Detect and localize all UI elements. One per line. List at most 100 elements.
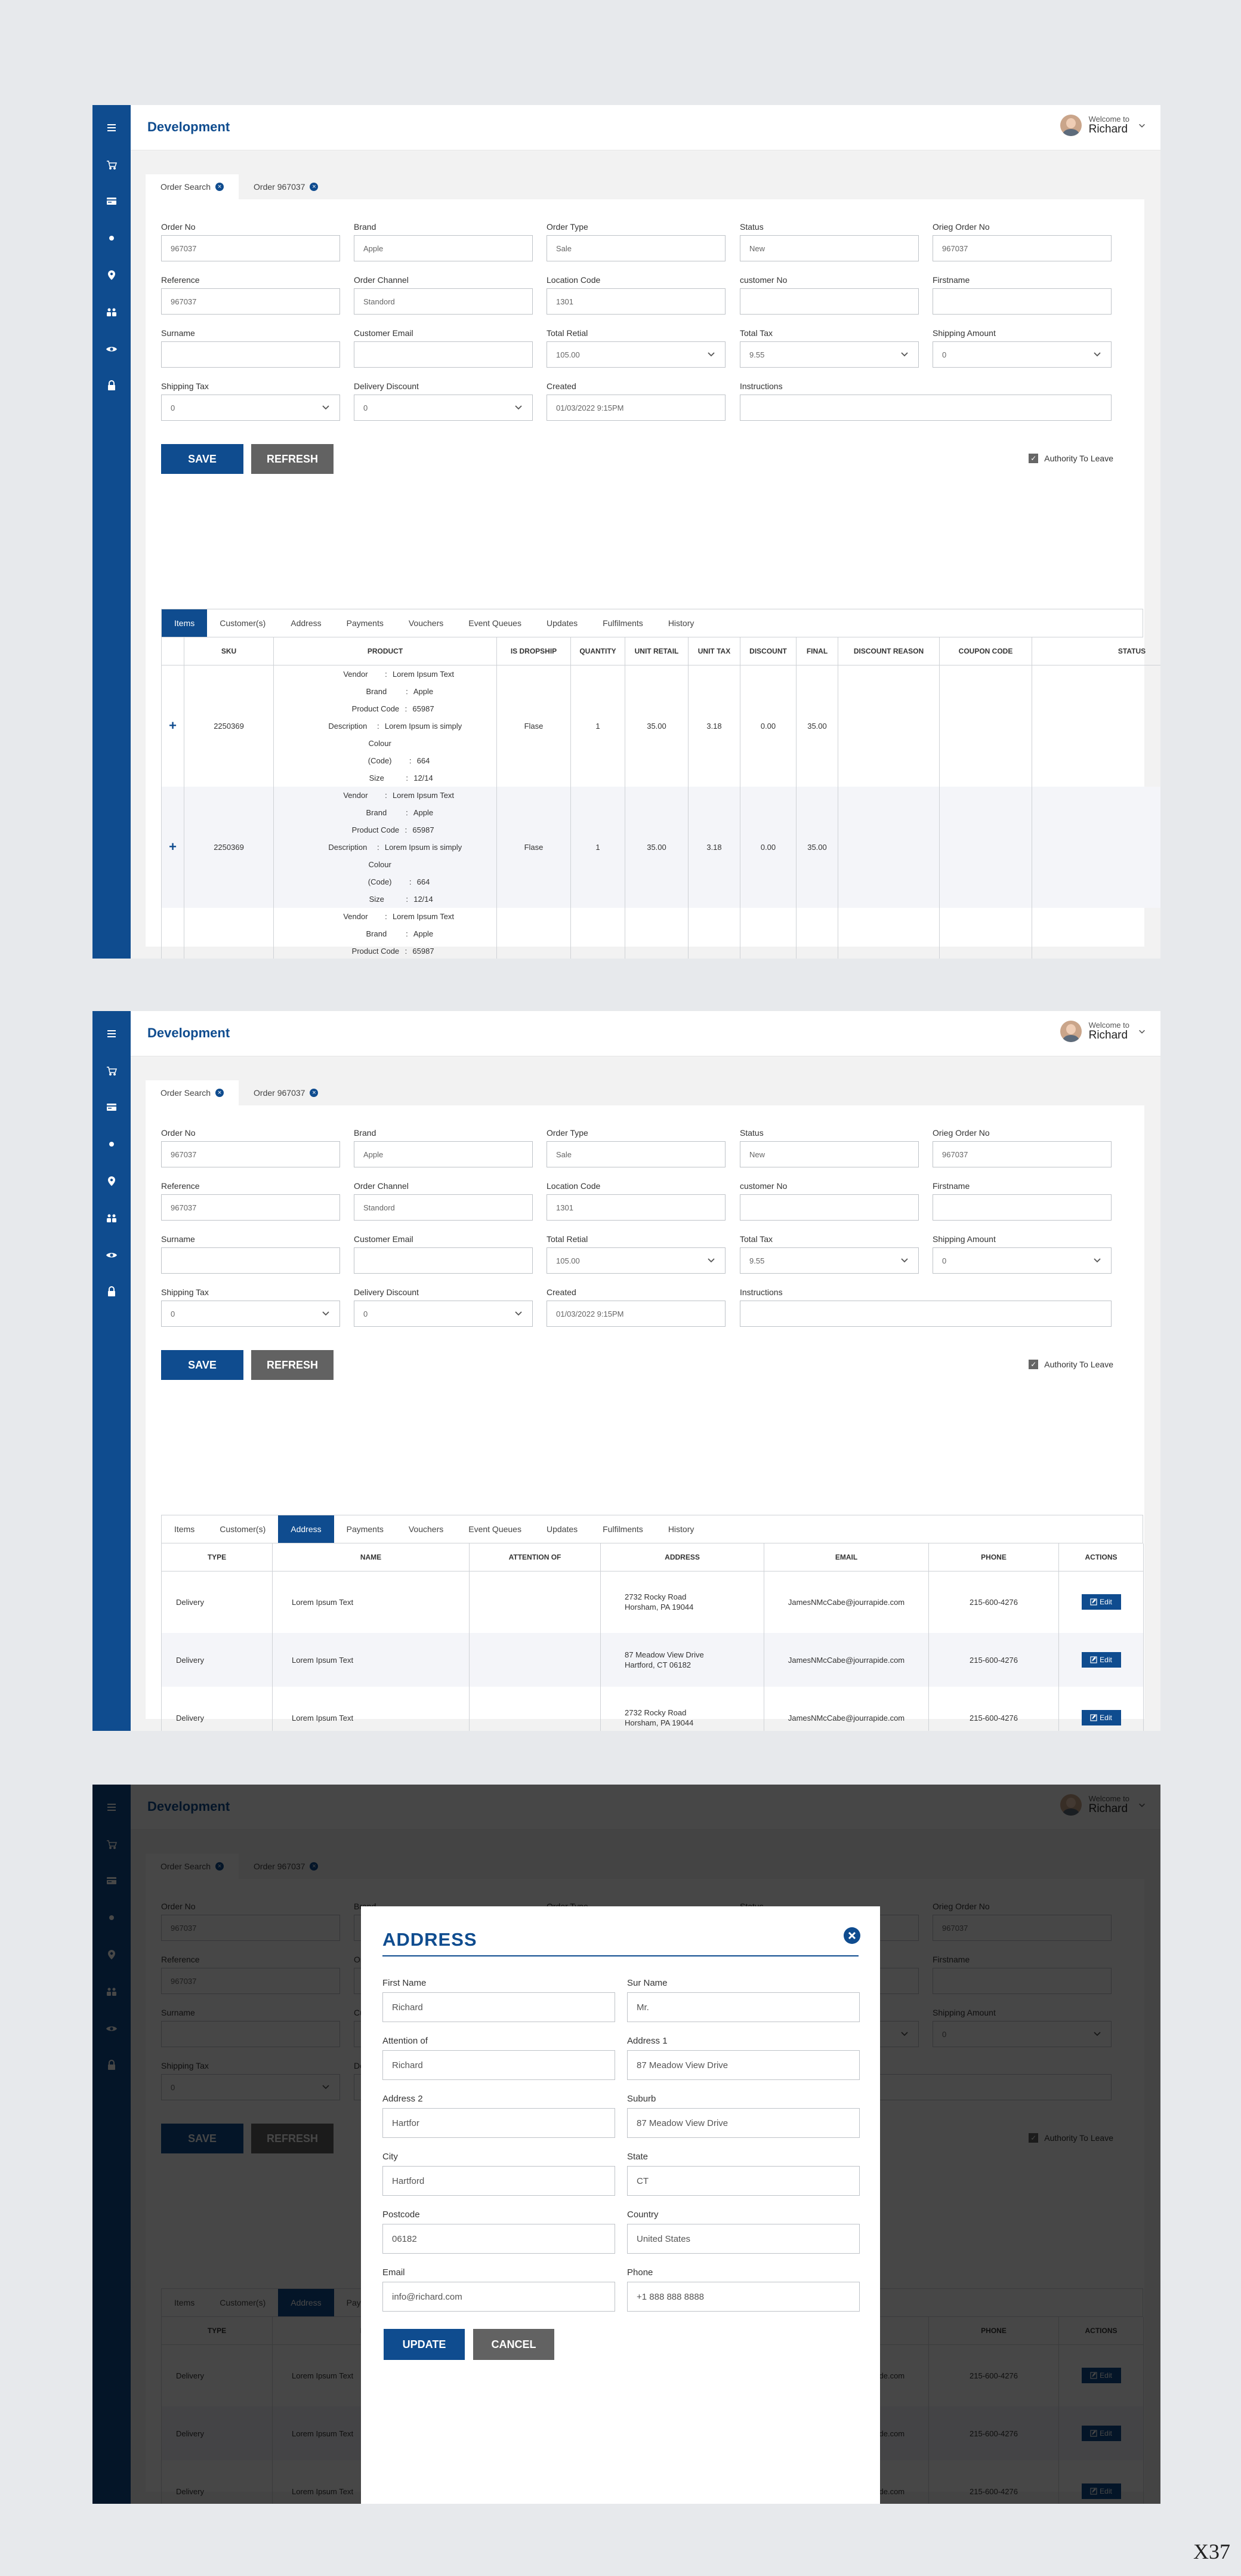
sidebar-menu-icon[interactable]: [92, 117, 131, 138]
close-tab-icon[interactable]: ×: [310, 183, 319, 191]
field-input[interactable]: United States: [627, 2224, 860, 2254]
detail-tab[interactable]: Fulfilments: [590, 1515, 656, 1543]
detail-tab[interactable]: History: [656, 609, 707, 637]
expand-plus-icon[interactable]: +: [169, 839, 177, 854]
field-input[interactable]: 01/03/2022 9:15PM: [547, 395, 726, 421]
field-input[interactable]: 967037: [933, 235, 1112, 261]
checkbox-checked-icon[interactable]: ✓: [1029, 1360, 1039, 1369]
close-icon[interactable]: [843, 1927, 861, 1945]
field-input[interactable]: [161, 341, 340, 368]
field-input[interactable]: 01/03/2022 9:15PM: [547, 1301, 726, 1327]
sidebar-menu-icon[interactable]: [92, 1023, 131, 1044]
close-tab-icon[interactable]: ×: [310, 1089, 319, 1097]
field-input[interactable]: 967037: [933, 1141, 1112, 1167]
close-tab-icon[interactable]: ×: [215, 1089, 224, 1097]
field-input[interactable]: 967037: [161, 1194, 340, 1221]
field-input[interactable]: info@richard.com: [382, 2282, 615, 2312]
field-input[interactable]: 1301: [547, 288, 726, 315]
field-select[interactable]: 0: [933, 341, 1112, 368]
file-tab[interactable]: Order Search ×: [146, 174, 239, 199]
detail-tab[interactable]: Vouchers: [396, 609, 456, 637]
field-input[interactable]: New: [740, 1141, 919, 1167]
field-input[interactable]: [933, 1194, 1112, 1221]
detail-tab[interactable]: Items: [162, 609, 208, 637]
field-input[interactable]: Apple: [354, 235, 533, 261]
detail-tab[interactable]: Address: [278, 1515, 334, 1543]
field-input[interactable]: Hartfor: [382, 2108, 615, 2138]
expand-plus-icon[interactable]: +: [169, 718, 177, 733]
field-input[interactable]: New: [740, 235, 919, 261]
field-input[interactable]: [161, 1247, 340, 1274]
field-select[interactable]: 0: [354, 395, 533, 421]
save-button[interactable]: SAVE: [161, 1350, 243, 1380]
user-menu[interactable]: Welcome to Richard: [1060, 115, 1146, 136]
detail-tab[interactable]: Payments: [334, 1515, 396, 1543]
field-select[interactable]: 9.55: [740, 1247, 919, 1274]
detail-tab[interactable]: Items: [162, 1515, 207, 1543]
detail-tab[interactable]: Customer(s): [207, 1515, 278, 1543]
authority-to-leave[interactable]: ✓ Authority To Leave: [1029, 1360, 1113, 1369]
field-input[interactable]: Richard: [382, 2050, 615, 2080]
sidebar-users-icon[interactable]: [92, 1207, 131, 1229]
chevron-down-icon[interactable]: [1138, 121, 1146, 130]
detail-tab[interactable]: Updates: [534, 609, 590, 637]
field-input[interactable]: Standord: [354, 288, 533, 315]
field-select[interactable]: 105.00: [547, 1247, 726, 1274]
field-select[interactable]: 0: [354, 1301, 533, 1327]
field-input[interactable]: 06182: [382, 2224, 615, 2254]
field-select[interactable]: 105.00: [547, 341, 726, 368]
field-input[interactable]: +1 888 888 8888: [627, 2282, 860, 2312]
field-select[interactable]: 0: [161, 1301, 340, 1327]
user-menu[interactable]: Welcome to Richard: [1060, 1021, 1146, 1042]
field-input[interactable]: Richard: [382, 1992, 615, 2022]
checkbox-checked-icon[interactable]: ✓: [1029, 454, 1039, 463]
sidebar-cart-icon[interactable]: [92, 154, 131, 175]
field-input[interactable]: 967037: [161, 288, 340, 315]
edit-button[interactable]: Edit: [1081, 1652, 1121, 1668]
save-button[interactable]: SAVE: [161, 444, 243, 474]
file-tab[interactable]: Order 967037 ×: [239, 174, 333, 199]
sidebar-dot-icon[interactable]: [92, 1133, 131, 1155]
file-tab[interactable]: Order 967037 ×: [239, 1080, 333, 1105]
edit-button[interactable]: Edit: [1081, 1710, 1121, 1725]
field-input[interactable]: [740, 1301, 1112, 1327]
field-select[interactable]: 0: [933, 1247, 1112, 1274]
field-input[interactable]: 87 Meadow View Drive: [627, 2050, 860, 2080]
field-input[interactable]: [933, 288, 1112, 315]
detail-tab[interactable]: Event Queues: [456, 1515, 534, 1543]
sidebar-card-icon[interactable]: [92, 1096, 131, 1118]
cancel-button[interactable]: CANCEL: [473, 2329, 554, 2360]
file-tab[interactable]: Order Search ×: [146, 1080, 239, 1105]
sidebar-card-icon[interactable]: [92, 190, 131, 212]
refresh-button[interactable]: REFRESH: [251, 444, 334, 474]
close-tab-icon[interactable]: ×: [215, 183, 224, 191]
field-input[interactable]: Standord: [354, 1194, 533, 1221]
detail-tab[interactable]: Vouchers: [396, 1515, 456, 1543]
field-input[interactable]: Apple: [354, 1141, 533, 1167]
field-input[interactable]: Mr.: [627, 1992, 860, 2022]
field-input[interactable]: [740, 1194, 919, 1221]
field-select[interactable]: 0: [161, 395, 340, 421]
authority-to-leave[interactable]: ✓ Authority To Leave: [1029, 454, 1113, 463]
detail-tab[interactable]: Address: [278, 609, 334, 637]
field-input[interactable]: [354, 1247, 533, 1274]
field-input[interactable]: CT: [627, 2166, 860, 2196]
chevron-down-icon[interactable]: [1138, 1027, 1146, 1036]
sidebar-cart-icon[interactable]: [92, 1060, 131, 1081]
sidebar-dot-icon[interactable]: [92, 227, 131, 249]
field-input[interactable]: [740, 395, 1112, 421]
sidebar-location-icon[interactable]: [92, 1170, 131, 1192]
field-input[interactable]: 87 Meadow View Drive: [627, 2108, 860, 2138]
field-select[interactable]: 9.55: [740, 341, 919, 368]
refresh-button[interactable]: REFRESH: [251, 1350, 334, 1380]
sidebar-eye-icon[interactable]: [92, 338, 131, 360]
field-input[interactable]: 967037: [161, 235, 340, 261]
sidebar-lock-icon[interactable]: [92, 1281, 131, 1302]
field-input[interactable]: Sale: [547, 1141, 726, 1167]
detail-tab[interactable]: Fulfilments: [590, 609, 656, 637]
sidebar-lock-icon[interactable]: [92, 375, 131, 396]
edit-button[interactable]: Edit: [1081, 1594, 1121, 1610]
field-input[interactable]: 1301: [547, 1194, 726, 1221]
field-input[interactable]: [740, 288, 919, 315]
field-input[interactable]: [354, 341, 533, 368]
